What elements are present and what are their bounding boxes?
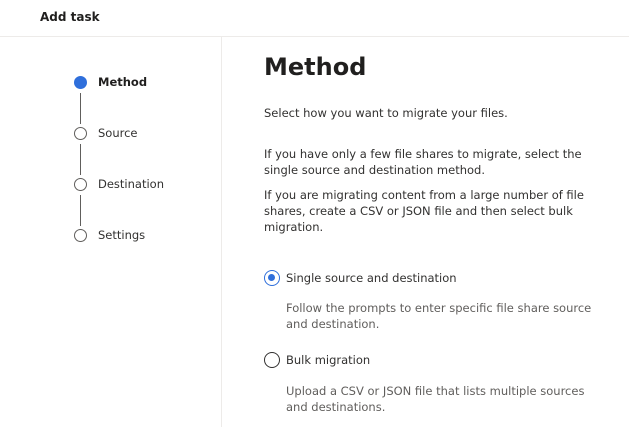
step-navigation: Method Source Destination Settings [0, 37, 222, 427]
bulk-method-help-text: If you are migrating content from a larg… [264, 188, 584, 234]
step-source[interactable]: Source [74, 126, 138, 140]
step-settings[interactable]: Settings [74, 228, 145, 242]
radio-checked-icon[interactable] [264, 270, 280, 286]
single-source-radio-option[interactable]: Single source and destination [264, 270, 457, 286]
step-pending-indicator-icon [74, 177, 87, 191]
step-label: Method [98, 75, 148, 89]
step-connector [80, 195, 81, 226]
step-method[interactable]: Method [74, 75, 147, 89]
single-source-description: Follow the prompts to enter specific fil… [286, 301, 592, 331]
page-title: Method [264, 53, 367, 81]
step-connector [80, 144, 81, 175]
bulk-migration-description: Upload a CSV or JSON file that lists mul… [286, 384, 585, 414]
bulk-migration-radio-label[interactable]: Bulk migration [286, 353, 370, 367]
single-method-help-text: If you have only a few file shares to mi… [264, 147, 582, 177]
step-pending-indicator-icon [74, 228, 87, 242]
single-source-radio-label[interactable]: Single source and destination [286, 271, 457, 285]
dialog-header: Add task [0, 0, 629, 37]
step-current-indicator-icon [74, 75, 87, 89]
step-pending-indicator-icon [74, 126, 87, 140]
dialog-title: Add task [40, 10, 100, 24]
step-destination[interactable]: Destination [74, 177, 164, 191]
step-label: Destination [98, 177, 164, 191]
intro-text: Select how you want to migrate your file… [264, 106, 508, 120]
step-label: Settings [98, 228, 146, 242]
step-label: Source [98, 126, 138, 140]
method-panel: Method Select how you want to migrate yo… [264, 52, 614, 414]
radio-unchecked-icon[interactable] [264, 352, 280, 368]
step-connector [80, 93, 81, 124]
bulk-migration-radio-option[interactable]: Bulk migration [264, 352, 370, 368]
